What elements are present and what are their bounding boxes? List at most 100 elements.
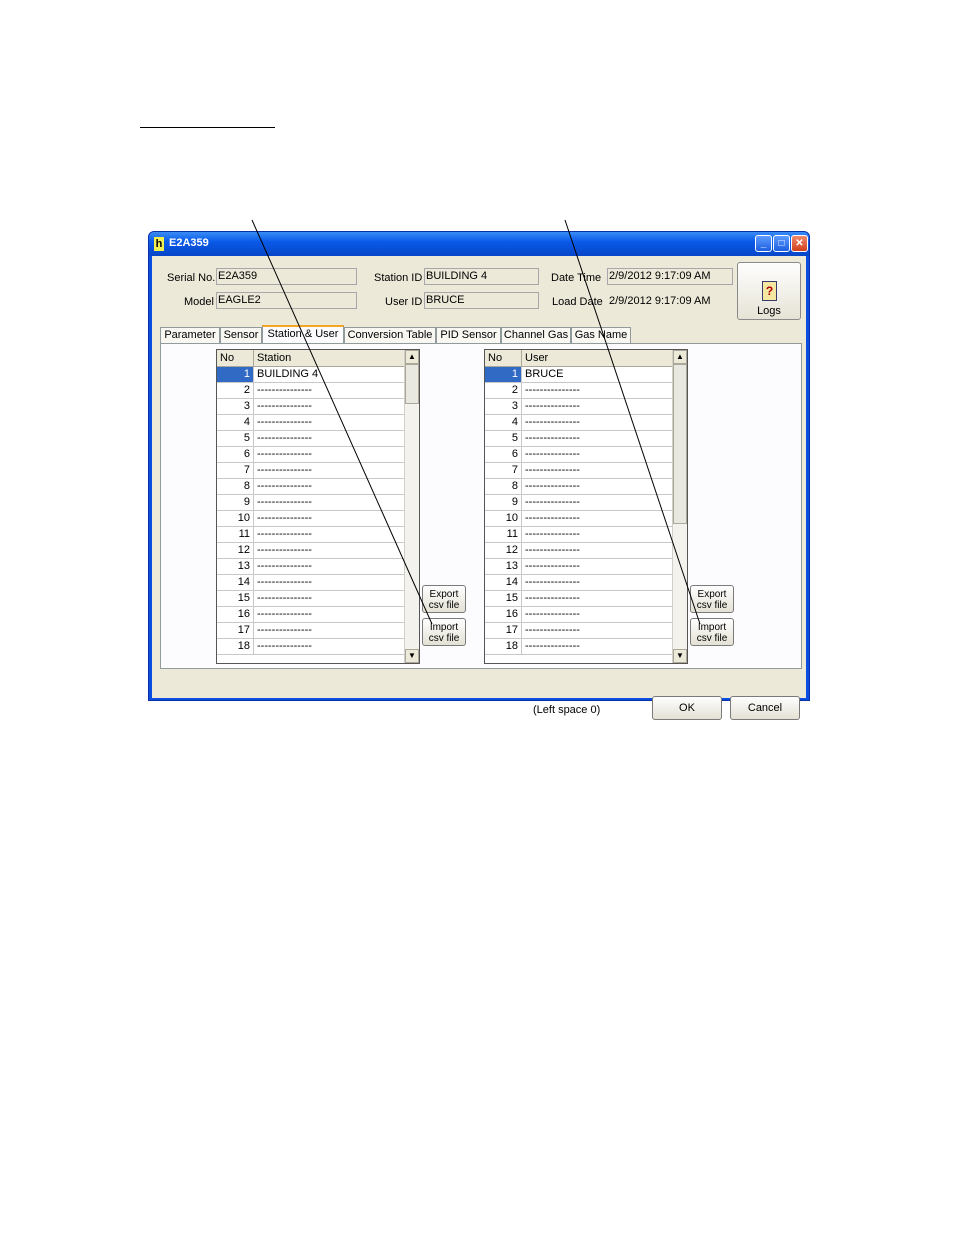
user-cell[interactable]: ---------------	[523, 623, 675, 638]
user-cell[interactable]: ---------------	[523, 527, 675, 542]
scroll-thumb[interactable]	[405, 364, 419, 404]
user-grid-scrollbar[interactable]: ▲ ▼	[672, 350, 687, 663]
user-cell[interactable]: ---------------	[523, 639, 675, 654]
user-cell[interactable]: ---------------	[523, 511, 675, 526]
table-row[interactable]: 15 ---------------	[485, 591, 673, 607]
table-row[interactable]: 18 ---------------	[217, 639, 405, 655]
table-row[interactable]: 2 ---------------	[485, 383, 673, 399]
station-cell[interactable]: ---------------	[255, 447, 407, 462]
station-import-csv-button[interactable]: Import csv file	[422, 618, 466, 646]
close-button[interactable]: ✕	[791, 235, 808, 252]
table-row[interactable]: 7 ---------------	[217, 463, 405, 479]
station-cell[interactable]: ---------------	[255, 639, 407, 654]
scroll-thumb[interactable]	[673, 364, 687, 524]
user-grid[interactable]: No User 1 BRUCE 2 --------------- 3 -------…	[484, 349, 688, 664]
table-row[interactable]: 10 ---------------	[485, 511, 673, 527]
title-bar[interactable]: h E2A359 _ □ ✕	[149, 232, 809, 256]
user-export-csv-button[interactable]: Export csv file	[690, 585, 734, 613]
station-cell[interactable]: ---------------	[255, 495, 407, 510]
station-cell[interactable]: ---------------	[255, 511, 407, 526]
tab-parameter[interactable]: Parameter	[160, 327, 220, 344]
table-row[interactable]: 8 ---------------	[217, 479, 405, 495]
table-row[interactable]: 3 ---------------	[217, 399, 405, 415]
ok-button[interactable]: OK	[652, 696, 722, 720]
logs-button[interactable]: ? Logs	[737, 262, 801, 320]
station-cell[interactable]: ---------------	[255, 543, 407, 558]
station-cell[interactable]: ---------------	[255, 591, 407, 606]
user-cell[interactable]: ---------------	[523, 479, 675, 494]
table-row[interactable]: 7 ---------------	[485, 463, 673, 479]
user-cell[interactable]: ---------------	[523, 463, 675, 478]
table-row[interactable]: 6 ---------------	[485, 447, 673, 463]
scroll-down-arrow-icon[interactable]: ▼	[673, 649, 687, 663]
user-cell[interactable]: ---------------	[523, 399, 675, 414]
user-cell[interactable]: ---------------	[523, 543, 675, 558]
scroll-up-arrow-icon[interactable]: ▲	[673, 350, 687, 364]
table-row[interactable]: 12 ---------------	[217, 543, 405, 559]
table-row[interactable]: 9 ---------------	[485, 495, 673, 511]
table-row[interactable]: 3 ---------------	[485, 399, 673, 415]
table-row[interactable]: 13 ---------------	[485, 559, 673, 575]
table-row[interactable]: 13 ---------------	[217, 559, 405, 575]
table-row[interactable]: 1 BRUCE	[485, 367, 673, 383]
table-row[interactable]: 14 ---------------	[485, 575, 673, 591]
user-cell[interactable]: ---------------	[523, 591, 675, 606]
station-cell[interactable]: ---------------	[255, 399, 407, 414]
user-cell[interactable]: BRUCE	[523, 367, 675, 382]
station-cell[interactable]: ---------------	[255, 623, 407, 638]
user-cell[interactable]: ---------------	[523, 575, 675, 590]
station-export-csv-button[interactable]: Export csv file	[422, 585, 466, 613]
table-row[interactable]: 12 ---------------	[485, 543, 673, 559]
table-row[interactable]: 11 ---------------	[217, 527, 405, 543]
station-cell[interactable]: BUILDING 4	[255, 367, 407, 382]
table-row[interactable]: 17 ---------------	[485, 623, 673, 639]
table-row[interactable]: 8 ---------------	[485, 479, 673, 495]
station-cell[interactable]: ---------------	[255, 559, 407, 574]
station-cell[interactable]: ---------------	[255, 463, 407, 478]
scroll-up-arrow-icon[interactable]: ▲	[405, 350, 419, 364]
tab-station-user[interactable]: Station & User	[262, 325, 344, 345]
table-row[interactable]: 5 ---------------	[485, 431, 673, 447]
tab-pid-sensor[interactable]: PID Sensor	[436, 327, 501, 344]
table-row[interactable]: 18 ---------------	[485, 639, 673, 655]
table-row[interactable]: 14 ---------------	[217, 575, 405, 591]
tab-gas-name[interactable]: Gas Name	[571, 327, 631, 344]
user-cell[interactable]: ---------------	[523, 383, 675, 398]
minimize-button[interactable]: _	[755, 235, 772, 252]
station-cell[interactable]: ---------------	[255, 431, 407, 446]
station-cell[interactable]: ---------------	[255, 415, 407, 430]
station-cell[interactable]: ---------------	[255, 527, 407, 542]
user-import-csv-button[interactable]: Import csv file	[690, 618, 734, 646]
table-row[interactable]: 11 ---------------	[485, 527, 673, 543]
table-row[interactable]: 2 ---------------	[217, 383, 405, 399]
user-cell[interactable]: ---------------	[523, 447, 675, 462]
table-row[interactable]: 1 BUILDING 4	[217, 367, 405, 383]
user-cell[interactable]: ---------------	[523, 607, 675, 622]
user-cell[interactable]: ---------------	[523, 415, 675, 430]
maximize-button[interactable]: □	[773, 235, 790, 252]
station-cell[interactable]: ---------------	[255, 383, 407, 398]
user-cell[interactable]: ---------------	[523, 495, 675, 510]
table-row[interactable]: 4 ---------------	[485, 415, 673, 431]
station-cell[interactable]: ---------------	[255, 607, 407, 622]
station-cell[interactable]: ---------------	[255, 479, 407, 494]
table-row[interactable]: 4 ---------------	[217, 415, 405, 431]
table-row[interactable]: 16 ---------------	[485, 607, 673, 623]
tab-channel-gas[interactable]: Channel Gas	[501, 327, 571, 344]
table-row[interactable]: 5 ---------------	[217, 431, 405, 447]
table-row[interactable]: 17 ---------------	[217, 623, 405, 639]
station-cell[interactable]: ---------------	[255, 575, 407, 590]
table-row[interactable]: 16 ---------------	[217, 607, 405, 623]
table-row[interactable]: 15 ---------------	[217, 591, 405, 607]
table-row[interactable]: 10 ---------------	[217, 511, 405, 527]
tab-sensor[interactable]: Sensor	[220, 327, 262, 344]
table-row[interactable]: 6 ---------------	[217, 447, 405, 463]
station-grid-scrollbar[interactable]: ▲ ▼	[404, 350, 419, 663]
table-row[interactable]: 9 ---------------	[217, 495, 405, 511]
user-cell[interactable]: ---------------	[523, 431, 675, 446]
tab-conversion-table[interactable]: Conversion Table	[344, 327, 436, 344]
station-grid[interactable]: No Station 1 BUILDING 4 2 --------------- …	[216, 349, 420, 664]
user-cell[interactable]: ---------------	[523, 559, 675, 574]
cancel-button[interactable]: Cancel	[730, 696, 800, 720]
scroll-down-arrow-icon[interactable]: ▼	[405, 649, 419, 663]
